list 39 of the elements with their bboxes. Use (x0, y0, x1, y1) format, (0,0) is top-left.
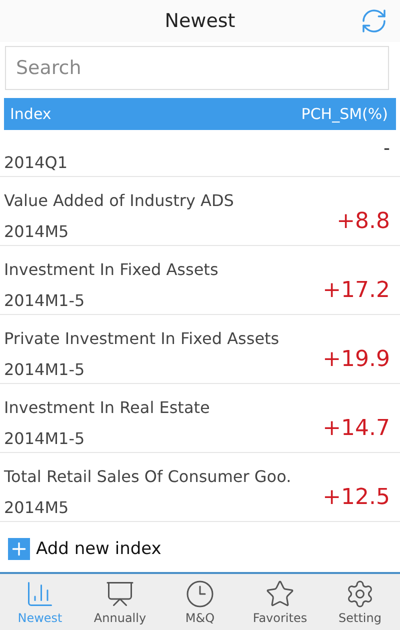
index-value: +17.2 (322, 278, 390, 302)
tab-bar-item[interactable]: M&Q (160, 574, 240, 630)
index-value: +8.8 (336, 208, 390, 234)
tab-bar-item[interactable]: Setting (320, 574, 400, 630)
column-heading: PCH_SM(%) (301, 105, 388, 123)
index-name: Investment In Fixed Assets (4, 260, 218, 279)
add-index-button[interactable]: Add new index (0, 530, 170, 568)
screen-title: Newest (164, 10, 236, 32)
index-name: Investment In Real Estate (4, 398, 210, 417)
index-row[interactable]: Value Added of Industry ADS 2014M5 +8.8 (0, 177, 400, 246)
plus-icon (8, 538, 30, 560)
index-period: 2014M5 (4, 222, 70, 241)
index-row[interactable]: Investment In Fixed Assets 2014M1-5 +17.2 (0, 246, 400, 315)
tab-bar-item[interactable]: Annually (80, 574, 160, 630)
index-value: - (384, 138, 390, 159)
index-row[interactable]: Private Investment In Fixed Assets 2014M1-5 +19.9 (0, 315, 400, 384)
refresh-button[interactable] (360, 7, 388, 35)
index-name: Total Retail Sales Of Consumer Goo. (4, 467, 292, 486)
column-heading: Index (10, 105, 52, 123)
index-value: +12.5 (322, 484, 390, 510)
clock-icon (185, 579, 215, 609)
index-period: 2014M1-5 (4, 360, 86, 379)
settings-icon (345, 579, 375, 609)
index-period: 2014M1-5 (4, 291, 86, 310)
index-row[interactable]: Total Retail Sales Of Consumer Goo. 2014M5 +12.5 (0, 453, 400, 522)
index-name: Value Added of Industry ADS (4, 191, 234, 210)
tab-bar-item[interactable]: Favorites (240, 574, 320, 630)
chart-board-icon (105, 579, 135, 609)
bar-chart-icon (25, 579, 55, 609)
index-row[interactable]: 2014Q1 - (0, 130, 400, 177)
index-period: 2014M5 (4, 498, 70, 517)
index-value: +19.9 (322, 346, 390, 372)
index-name: Private Investment In Fixed Assets (4, 329, 280, 348)
star-icon (265, 579, 295, 609)
index-period: 2014Q1 (4, 153, 68, 172)
index-period: 2014M1-5 (4, 429, 86, 448)
index-row[interactable]: Investment In Real Estate 2014M1-5 +14.7 (0, 384, 400, 453)
index-value: +14.7 (322, 416, 390, 440)
search-field[interactable]: Search (5, 46, 389, 90)
